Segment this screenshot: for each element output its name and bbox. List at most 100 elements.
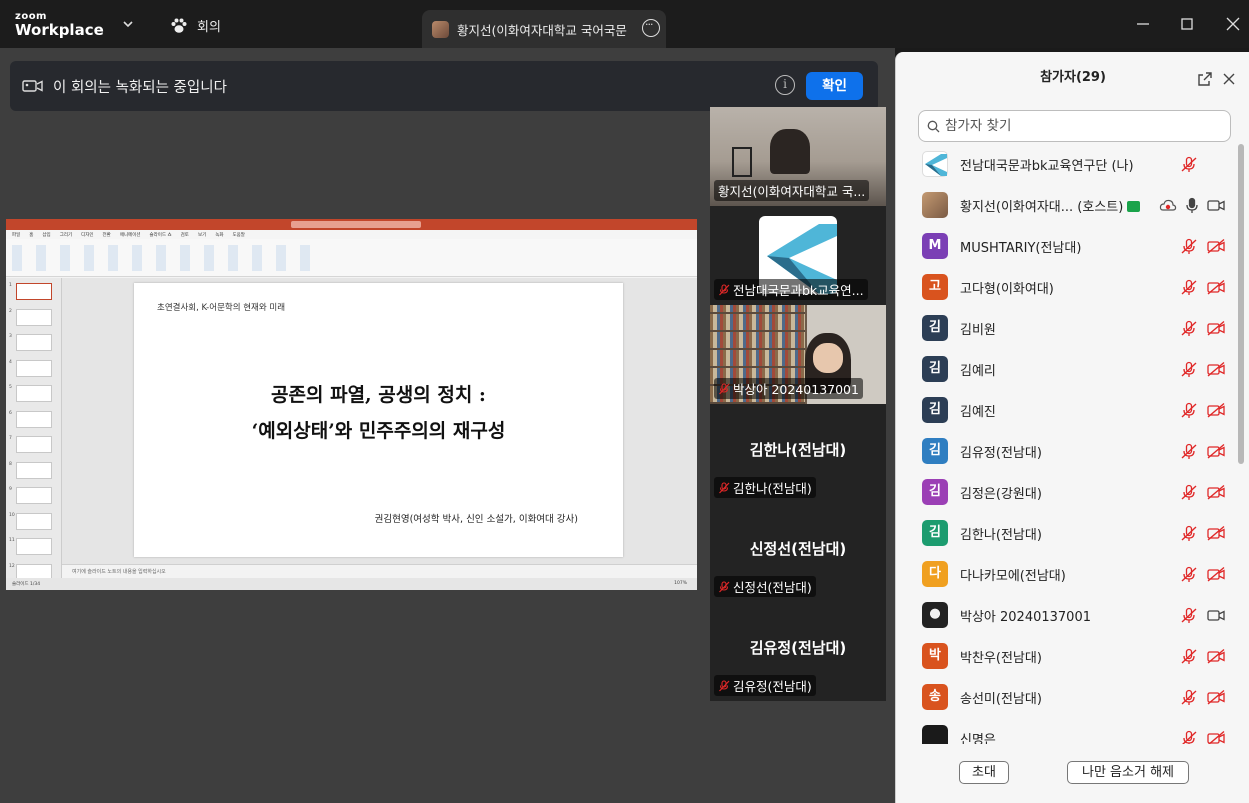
video-off-icon[interactable] bbox=[1207, 689, 1225, 706]
mic-icon[interactable] bbox=[1183, 197, 1201, 214]
pop-out-icon[interactable] bbox=[1197, 71, 1213, 87]
slide-author: 권김현영(여성학 박사, 신인 소설가, 이화여대 강사) bbox=[374, 514, 578, 525]
video-off-icon[interactable] bbox=[1207, 525, 1225, 542]
zoom-workplace-logo[interactable]: zoom Workplace bbox=[15, 11, 104, 39]
slide-thumbnail[interactable] bbox=[16, 308, 52, 326]
mic-muted-icon[interactable] bbox=[1180, 279, 1198, 296]
ppt-tab[interactable]: 녹화 bbox=[215, 232, 223, 238]
mic-muted-icon[interactable] bbox=[1180, 361, 1198, 378]
participant-row[interactable]: 김 김유정(전남대) bbox=[896, 431, 1236, 472]
ppt-tab[interactable]: 삽입 bbox=[42, 232, 50, 238]
video-camera-icon[interactable] bbox=[1207, 607, 1225, 624]
participant-row[interactable]: 김 김정은(강원대) bbox=[896, 472, 1236, 513]
video-off-icon[interactable] bbox=[1207, 648, 1225, 665]
participant-row[interactable]: 김 김예리 bbox=[896, 349, 1236, 390]
ppt-tab[interactable]: 전환 bbox=[103, 232, 111, 238]
ppt-tab[interactable]: 슬라이드 쇼 bbox=[150, 232, 172, 238]
meeting-tab[interactable]: 회의 bbox=[170, 16, 221, 35]
video-tile[interactable]: 박상아 20240137001 bbox=[710, 305, 886, 404]
video-off-icon[interactable] bbox=[1207, 443, 1225, 460]
video-tile[interactable]: 전남대국문과bk교육연... bbox=[710, 206, 886, 305]
mic-muted-icon[interactable] bbox=[1180, 648, 1198, 665]
video-tile-name-text: 전남대국문과bk교육연... bbox=[733, 283, 864, 298]
video-tile[interactable]: 황지선(이화여자대학교 국... bbox=[710, 107, 886, 206]
participant-row[interactable]: 전남대국문과bk교육연구단 (나) bbox=[896, 144, 1236, 185]
participant-row[interactable]: M MUSHTARIY(전남대) bbox=[896, 226, 1236, 267]
ppt-tab[interactable]: 파일 bbox=[12, 232, 20, 238]
mic-muted-icon[interactable] bbox=[1180, 320, 1198, 337]
participant-search-input[interactable]: 참가자 찾기 bbox=[918, 110, 1231, 142]
participant-row[interactable]: 김 김한나(전남대) bbox=[896, 513, 1236, 554]
video-off-icon[interactable] bbox=[1207, 320, 1225, 337]
slide-header: 초연결사회, K-어문학의 현재와 미래 bbox=[157, 303, 286, 313]
close-window-icon[interactable] bbox=[1223, 14, 1243, 34]
video-tile[interactable]: 신정선(전남대) 신정선(전남대) bbox=[710, 503, 886, 602]
participant-row[interactable]: 김 김비원 bbox=[896, 308, 1236, 349]
ppt-tab[interactable]: 디자인 bbox=[81, 232, 93, 238]
slide-thumbnail[interactable] bbox=[16, 334, 52, 351]
participant-row[interactable]: 신명은 bbox=[896, 718, 1236, 744]
mic-muted-icon[interactable] bbox=[1180, 689, 1198, 706]
video-tile[interactable]: 김한나(전남대) 김한나(전남대) bbox=[710, 404, 886, 503]
video-tile[interactable]: 김유정(전남대) 김유정(전남대) bbox=[710, 602, 886, 701]
participant-row[interactable]: 다 다나카모에(전남대) bbox=[896, 554, 1236, 595]
mic-muted-icon[interactable] bbox=[1180, 607, 1198, 624]
video-off-icon[interactable] bbox=[1207, 361, 1225, 378]
participant-name-text: 송선미(전남대) bbox=[960, 692, 1042, 707]
chevron-down-icon[interactable] bbox=[120, 16, 136, 32]
ppt-tab[interactable]: 홈 bbox=[29, 232, 33, 238]
ppt-tab[interactable]: 애니메이션 bbox=[120, 232, 141, 238]
ppt-tab[interactable]: 그리기 bbox=[60, 232, 72, 238]
mic-muted-icon[interactable] bbox=[1180, 730, 1198, 744]
mic-muted-icon[interactable] bbox=[1180, 238, 1198, 255]
ppt-tab[interactable]: 검토 bbox=[181, 232, 189, 238]
scrollbar[interactable] bbox=[1238, 144, 1244, 464]
slide-thumbnail-number: 6 bbox=[9, 410, 12, 416]
participant-row[interactable]: 고 고다형(이화여대) bbox=[896, 267, 1236, 308]
slide-thumbnail[interactable] bbox=[16, 487, 52, 504]
video-off-icon[interactable] bbox=[1207, 484, 1225, 501]
participant-name: 김비원 bbox=[960, 319, 996, 338]
slide-thumbnail[interactable] bbox=[16, 385, 52, 402]
mic-muted-icon bbox=[719, 283, 730, 295]
ppt-tab[interactable]: 도움말 bbox=[233, 232, 245, 238]
slide-thumbnail[interactable] bbox=[16, 410, 52, 428]
close-icon[interactable] bbox=[1221, 71, 1237, 87]
video-off-icon[interactable] bbox=[1207, 238, 1225, 255]
mic-muted-icon[interactable] bbox=[1180, 156, 1198, 173]
participant-row[interactable]: 송 송선미(전남대) bbox=[896, 677, 1236, 718]
mic-muted-icon[interactable] bbox=[1180, 443, 1198, 460]
participant-row[interactable]: 김 김예진 bbox=[896, 390, 1236, 431]
participant-avatar: 박 bbox=[922, 643, 948, 669]
mic-muted-icon[interactable] bbox=[1180, 484, 1198, 501]
more-options-icon[interactable] bbox=[642, 18, 660, 37]
slide-thumbnail[interactable] bbox=[16, 538, 52, 555]
ppt-tab[interactable]: 보기 bbox=[198, 232, 206, 238]
mic-muted-icon[interactable] bbox=[1180, 402, 1198, 419]
mic-muted-icon[interactable] bbox=[1180, 566, 1198, 583]
participant-row[interactable]: 박상아 20240137001 bbox=[896, 595, 1236, 636]
video-tile-name: 김유정(전남대) bbox=[714, 675, 816, 696]
participant-big-name: 김한나(전남대) bbox=[749, 441, 847, 459]
minimize-icon[interactable] bbox=[1133, 14, 1153, 34]
shared-screen[interactable]: 파일 홈 삽입 그리기 디자인 전환 애니메이션 슬라이드 쇼 검토 보기 녹화 도움말 123456… bbox=[6, 219, 697, 590]
invite-button[interactable]: 초대 bbox=[959, 761, 1009, 784]
slide-thumbnail[interactable] bbox=[16, 461, 52, 479]
info-icon[interactable]: i bbox=[775, 75, 795, 95]
confirm-button[interactable]: 확인 bbox=[806, 72, 863, 100]
video-camera-icon[interactable] bbox=[1207, 197, 1225, 214]
video-off-icon[interactable] bbox=[1207, 402, 1225, 419]
slide-thumbnail[interactable] bbox=[16, 436, 52, 453]
video-off-icon[interactable] bbox=[1207, 730, 1225, 744]
participant-row[interactable]: 박 박찬우(전남대) bbox=[896, 636, 1236, 677]
slide-thumbnail[interactable] bbox=[16, 512, 52, 530]
slide-thumbnail[interactable] bbox=[16, 283, 52, 300]
video-off-icon[interactable] bbox=[1207, 566, 1225, 583]
participant-row[interactable]: 황지선(이화여자대... (호스트) bbox=[896, 185, 1236, 226]
active-meeting-tab[interactable]: 황지선(이화여자대학교 국어국문 bbox=[422, 10, 666, 48]
mic-muted-icon[interactable] bbox=[1180, 525, 1198, 542]
video-off-icon[interactable] bbox=[1207, 279, 1225, 296]
slide-thumbnail[interactable] bbox=[16, 359, 52, 377]
maximize-icon[interactable] bbox=[1177, 14, 1197, 34]
unmute-myself-button[interactable]: 나만 음소거 해제 bbox=[1067, 761, 1189, 784]
